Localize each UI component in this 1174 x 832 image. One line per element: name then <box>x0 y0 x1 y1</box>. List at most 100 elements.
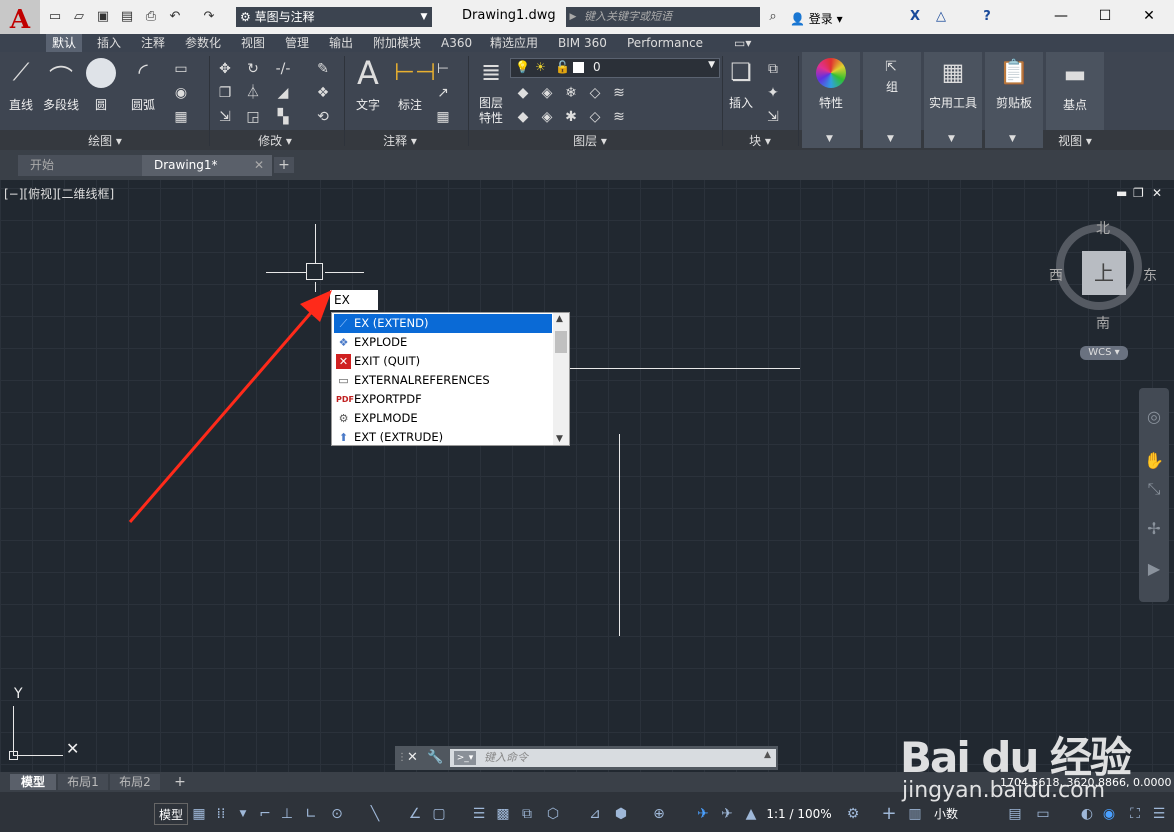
hatch-icon[interactable]: ◉ <box>172 84 190 102</box>
annotation-scale-dropdown[interactable]: 1:1 / 100% <box>764 803 834 825</box>
command-prompt-icon[interactable]: >_▾ <box>454 751 476 765</box>
a360-icon[interactable]: △ <box>932 8 950 26</box>
layout-tab-layout2[interactable]: 布局2 <box>110 774 160 790</box>
layer-off-icon[interactable]: ◆ <box>514 84 532 102</box>
exchange-icon[interactable]: X <box>906 8 924 26</box>
autocomplete-item-xref[interactable]: ▭ EXTERNALREFERENCES <box>334 371 552 390</box>
layer-unlock-icon[interactable]: ◇ <box>586 108 604 126</box>
isodraft-icon[interactable]: ╲ <box>366 803 384 825</box>
tab-addins[interactable]: 附加模块 <box>373 34 421 52</box>
compass-east[interactable]: 东 <box>1143 265 1157 285</box>
arc-icon[interactable]: ◜ <box>128 58 158 86</box>
maximize-icon[interactable]: ☐ <box>1090 6 1120 26</box>
file-tab-start[interactable]: 开始 <box>18 155 150 176</box>
table-icon[interactable]: ▦ <box>434 108 452 126</box>
edit-block-icon[interactable]: ✦ <box>764 84 782 102</box>
drag-handle-icon[interactable]: ⋮ <box>397 749 407 767</box>
tab-manage[interactable]: 管理 <box>285 34 309 52</box>
undo-icon[interactable]: ↶ <box>166 8 184 26</box>
ribbon-toggle-icon[interactable]: ▭▾ <box>734 34 751 52</box>
chevron-down-icon[interactable]: ▼ <box>887 134 894 144</box>
selection-cycling-icon[interactable]: ⧉ <box>518 803 536 825</box>
annotation-monitor-icon[interactable]: + <box>880 803 898 825</box>
autocomplete-item-extrude[interactable]: ⬆ EXT (EXTRUDE) <box>334 428 552 445</box>
view-panel-title[interactable]: 视图 ▾ <box>1046 132 1104 148</box>
layer-walk-icon[interactable]: ◆ <box>514 108 532 126</box>
annotation-panel-title[interactable]: 注释 ▾ <box>360 132 440 148</box>
dynamic-ucs-icon[interactable]: ⊿ <box>586 803 604 825</box>
polar-tracking-icon[interactable]: ⊙ <box>328 803 346 825</box>
auto-scale-icon[interactable]: ✈ <box>718 803 736 825</box>
block-attribute-icon[interactable]: ⇲ <box>764 108 782 126</box>
leader-icon[interactable]: ↗ <box>434 84 452 102</box>
layer-match-icon[interactable]: ≋ <box>610 84 628 102</box>
lineweight-icon[interactable]: ☰ <box>470 803 488 825</box>
tab-annotate[interactable]: 注释 <box>141 34 165 52</box>
quick-properties-icon[interactable]: ▤ <box>1006 803 1024 825</box>
scrollbar-thumb[interactable] <box>555 331 567 353</box>
mirror-icon[interactable]: ⏃ <box>244 84 262 102</box>
create-block-icon[interactable]: ⧉ <box>764 60 782 78</box>
showmotion-icon[interactable]: ▶ <box>1143 558 1165 580</box>
insert-block-tool[interactable]: 插入 <box>724 94 758 111</box>
viewcube-top-face[interactable]: 上 <box>1082 251 1126 295</box>
selection-filter-icon[interactable]: ⬢ <box>612 803 630 825</box>
layer-isolate-icon[interactable]: ◈ <box>538 84 556 102</box>
text-icon[interactable]: A <box>352 54 384 92</box>
infer-constraints-icon[interactable]: ⌐ <box>256 803 274 825</box>
new-file-icon[interactable]: ▭ <box>46 8 64 26</box>
layer-thaw-icon[interactable]: ✱ <box>562 108 580 126</box>
autocomplete-item-exportpdf[interactable]: PDF EXPORTPDF <box>334 390 552 409</box>
file-tab-drawing1[interactable]: Drawing1* ✕ <box>142 155 272 176</box>
workspace-dropdown-icon[interactable]: ▼ <box>416 7 432 27</box>
erase-icon[interactable]: ✎ <box>314 60 332 78</box>
redo-icon[interactable]: ↷ <box>200 8 218 26</box>
annotation-scale-icon[interactable]: ▲ <box>742 803 760 825</box>
copy-icon[interactable]: ❐ <box>216 84 234 102</box>
rotate-icon[interactable]: ↻ <box>244 60 262 78</box>
help-icon[interactable]: ? <box>978 8 996 26</box>
tab-a360[interactable]: A360 <box>441 34 472 52</box>
layout-tab-model[interactable]: 模型 <box>10 774 56 790</box>
chevron-down-icon[interactable]: ▼ <box>234 803 252 825</box>
search-input[interactable]: 键入关键字或短语 <box>580 7 760 27</box>
lock-ui-icon[interactable]: ▭ <box>1034 803 1052 825</box>
compass-south[interactable]: 南 <box>1096 313 1110 333</box>
region-icon[interactable]: ▦ <box>172 108 190 126</box>
tab-bim360[interactable]: BIM 360 <box>558 34 607 52</box>
orbit-icon[interactable]: ✢ <box>1143 518 1165 540</box>
trim-icon[interactable]: -/- <box>274 60 292 78</box>
gizmo-icon[interactable]: ⊕ <box>650 803 668 825</box>
text-tool[interactable]: 文字 <box>350 96 386 113</box>
login-button[interactable]: 👤 登录 ▾ <box>790 10 843 27</box>
viewport-controls[interactable]: [−][俯视][二维线框] <box>4 185 114 202</box>
snap-icon[interactable]: ⁞⁞ <box>212 803 230 825</box>
ortho-icon[interactable]: ∟ <box>302 803 320 825</box>
tab-insert[interactable]: 插入 <box>97 34 121 52</box>
chevron-down-icon[interactable]: ▼ <box>948 134 955 144</box>
zoom-extents-icon[interactable]: ⤡ <box>1143 478 1165 500</box>
save-as-icon[interactable]: ▤ <box>118 8 136 26</box>
array-icon[interactable]: ▚ <box>274 108 292 126</box>
chevron-down-icon[interactable]: ▼ <box>1009 134 1016 144</box>
layer-properties-icon[interactable]: ≣ <box>476 58 506 86</box>
drawn-horizontal-line[interactable] <box>570 368 800 369</box>
new-tab-icon[interactable]: + <box>274 157 294 173</box>
viewport-close-icon[interactable]: ✕ <box>1152 186 1162 200</box>
open-file-icon[interactable]: ▱ <box>70 8 88 26</box>
compass-north[interactable]: 北 <box>1096 218 1110 238</box>
binoculars-icon[interactable]: ⌕ <box>764 8 782 26</box>
customization-icon[interactable]: ☰ <box>1150 803 1168 825</box>
line-tool[interactable]: 直线 <box>4 96 38 113</box>
steering-wheel-icon[interactable]: ◎ <box>1143 406 1165 428</box>
autocomplete-item-exit[interactable]: ✕ EXIT (QUIT) <box>334 352 552 371</box>
object-snap-tracking-icon[interactable]: ∠ <box>406 803 424 825</box>
layer-dropdown[interactable]: 💡 ☀ 🔓 0 ▼ <box>510 58 720 78</box>
hardware-acceleration-icon[interactable]: ◉ <box>1100 803 1118 825</box>
new-layout-icon[interactable]: + <box>170 774 190 790</box>
modify-panel-title[interactable]: 修改 ▾ <box>230 132 320 148</box>
pan-hand-icon[interactable]: ✋ <box>1143 450 1165 472</box>
tab-output[interactable]: 输出 <box>329 34 353 52</box>
insert-block-icon[interactable]: ❏ <box>726 58 756 86</box>
dimension-icon[interactable]: ⊢⊣ <box>394 58 436 86</box>
